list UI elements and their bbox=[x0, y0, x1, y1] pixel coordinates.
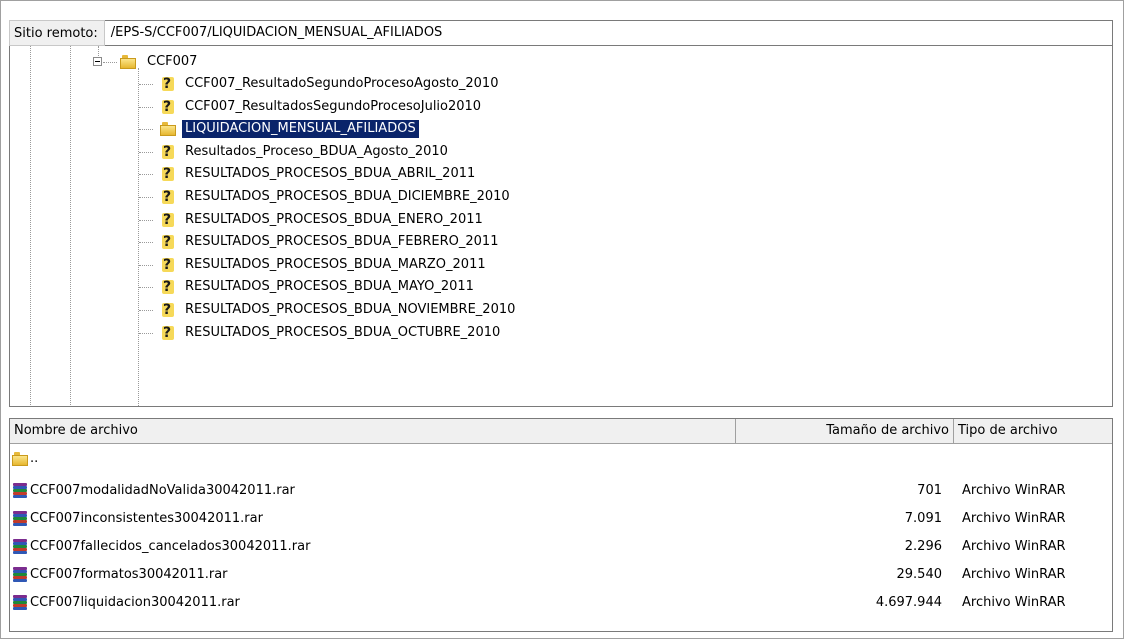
remote-path-bar: Sitio remoto: /EPS-S/CCF007/LIQUIDACION_… bbox=[9, 20, 1113, 46]
file-type: Archivo WinRAR bbox=[962, 539, 1066, 554]
file-size: 2.296 bbox=[904, 539, 942, 554]
parent-directory-label: .. bbox=[30, 451, 39, 466]
remote-file-list[interactable]: Nombre de archivo Tamaño de archivo Tipo… bbox=[9, 418, 1113, 632]
tree-connector bbox=[139, 332, 153, 334]
remote-path-input[interactable]: /EPS-S/CCF007/LIQUIDACION_MENSUAL_AFILIA… bbox=[104, 20, 1113, 46]
tree-item-label: RESULTADOS_PROCESOS_BDUA_ENERO_2011 bbox=[185, 211, 483, 227]
tree-item[interactable]: LIQUIDACION_MENSUAL_AFILIADOS bbox=[10, 118, 1112, 140]
tree-item-label: RESULTADOS_PROCESOS_BDUA_MAYO_2011 bbox=[185, 279, 474, 295]
unknown-folder-icon: ? bbox=[159, 325, 175, 341]
file-name: CCF007formatos30042011.rar bbox=[30, 567, 228, 582]
tree-item-label: CCF007 bbox=[147, 54, 198, 69]
parent-directory-row[interactable]: .. bbox=[10, 447, 1112, 471]
file-type: Archivo WinRAR bbox=[962, 483, 1066, 498]
tree-connector bbox=[139, 197, 153, 198]
tree-item[interactable]: ? RESULTADOS_PROCESOS_BDUA_FEBRERO_2011 bbox=[10, 231, 1112, 253]
file-name: CCF007inconsistentes30042011.rar bbox=[30, 511, 263, 526]
column-header-name[interactable]: Nombre de archivo bbox=[10, 419, 736, 443]
unknown-folder-icon: ? bbox=[159, 212, 175, 228]
file-row[interactable]: CCF007inconsistentes30042011.rar 7.091 Arc… bbox=[10, 507, 1112, 531]
tree-item[interactable]: ? RESULTADOS_PROCESOS_BDUA_MAYO_2011 bbox=[10, 276, 1112, 298]
file-row[interactable]: CCF007fallecidos_cancelados30042011.rar 2… bbox=[10, 535, 1112, 559]
unknown-folder-icon: ? bbox=[159, 234, 175, 250]
tree-item[interactable]: ? RESULTADOS_PROCESOS_BDUA_MARZO_2011 bbox=[10, 254, 1112, 276]
file-name: CCF007modalidadNoValida30042011.rar bbox=[30, 483, 295, 498]
tree-connector bbox=[139, 219, 153, 221]
tree-item-label: RESULTADOS_PROCESOS_BDUA_ABRIL_2011 bbox=[185, 166, 476, 182]
tree-item[interactable]: ? CCF007_ResultadoSegundoProcesoAgosto_20… bbox=[10, 73, 1112, 95]
tree-item[interactable]: ? RESULTADOS_PROCESOS_BDUA_ABRIL_2011 bbox=[10, 163, 1112, 185]
tree-item-label: CCF007_ResultadoSegundoProcesoAgosto_201… bbox=[185, 76, 499, 91]
file-size: 7.091 bbox=[904, 511, 942, 526]
file-type: Archivo WinRAR bbox=[962, 595, 1066, 610]
winrar-archive-icon bbox=[12, 511, 28, 527]
unknown-folder-icon: ? bbox=[159, 166, 175, 182]
tree-connector bbox=[139, 287, 153, 289]
unknown-folder-icon: ? bbox=[159, 76, 175, 92]
tree-item-label: LIQUIDACION_MENSUAL_AFILIADOS bbox=[181, 119, 420, 140]
tree-item[interactable]: ? Resultados_Proceso_BDUA_Agosto_2010 bbox=[10, 141, 1112, 163]
tree-item[interactable]: ? RESULTADOS_PROCESOS_BDUA_ENERO_2011 bbox=[10, 209, 1112, 231]
tree-item[interactable]: ? CCF007_ResultadosSegundoProcesoJulio201… bbox=[10, 96, 1112, 118]
file-name: CCF007liquidacion30042011.rar bbox=[30, 595, 240, 610]
tree-connector bbox=[139, 242, 153, 244]
file-row[interactable]: CCF007liquidacion30042011.rar 4.697.944 Ar… bbox=[10, 591, 1112, 615]
tree-item[interactable]: ? RESULTADOS_PROCESOS_BDUA_NOVIEMBRE_2010 bbox=[10, 299, 1112, 321]
tree-connector bbox=[139, 151, 153, 153]
remote-directory-tree[interactable]: CCF007 ? CCF007_ResultadoSegundoProcesoAg… bbox=[9, 46, 1113, 407]
tree-connector bbox=[139, 264, 153, 266]
tree-item[interactable]: ? RESULTADOS_PROCESOS_BDUA_DICIEMBRE_2010 bbox=[10, 186, 1112, 208]
tree-item[interactable]: ? RESULTADOS_PROCESOS_BDUA_OCTUBRE_2010 bbox=[10, 322, 1112, 344]
file-type: Archivo WinRAR bbox=[962, 567, 1066, 582]
winrar-archive-icon bbox=[12, 595, 28, 611]
file-row[interactable]: CCF007modalidadNoValida30042011.rar 701 Ar… bbox=[10, 479, 1112, 503]
unknown-folder-icon: ? bbox=[159, 99, 175, 115]
folder-icon bbox=[12, 452, 28, 466]
file-size: 4.697.944 bbox=[875, 595, 942, 610]
tree-connector bbox=[139, 129, 153, 131]
winrar-archive-icon bbox=[12, 539, 28, 555]
folder-icon bbox=[120, 55, 136, 69]
file-size: 701 bbox=[917, 483, 942, 498]
column-header-type[interactable]: Tipo de archivo bbox=[954, 419, 1112, 443]
tree-item-label: RESULTADOS_PROCESOS_BDUA_OCTUBRE_2010 bbox=[185, 324, 501, 340]
unknown-folder-icon: ? bbox=[159, 144, 175, 160]
file-size: 29.540 bbox=[896, 567, 943, 582]
collapse-toggle-icon[interactable] bbox=[93, 57, 102, 66]
tree-item-label: RESULTADOS_PROCESOS_BDUA_FEBRERO_2011 bbox=[185, 234, 499, 250]
column-header-size[interactable]: Tamaño de archivo bbox=[736, 419, 954, 443]
tree-item-label: RESULTADOS_PROCESOS_BDUA_NOVIEMBRE_2010 bbox=[185, 302, 516, 317]
tree-item-label: CCF007_ResultadosSegundoProcesoJulio2010 bbox=[185, 98, 482, 114]
remote-site-panel: Sitio remoto: /EPS-S/CCF007/LIQUIDACION_… bbox=[0, 0, 1124, 639]
remote-site-label: Sitio remoto: bbox=[9, 20, 105, 46]
file-row[interactable]: CCF007formatos30042011.rar 29.540 Archivo … bbox=[10, 563, 1112, 587]
file-list-header: Nombre de archivo Tamaño de archivo Tipo… bbox=[10, 419, 1112, 444]
tree-item-label: RESULTADOS_PROCESOS_BDUA_DICIEMBRE_2010 bbox=[185, 189, 510, 204]
file-type: Archivo WinRAR bbox=[962, 511, 1066, 526]
tree-connector bbox=[139, 106, 153, 108]
tree-connector bbox=[139, 310, 153, 311]
folder-icon bbox=[160, 122, 176, 137]
tree-connector bbox=[139, 84, 153, 85]
tree-item-label: Resultados_Proceso_BDUA_Agosto_2010 bbox=[185, 143, 448, 159]
winrar-archive-icon bbox=[12, 567, 28, 583]
unknown-folder-icon: ? bbox=[159, 279, 175, 295]
unknown-folder-icon: ? bbox=[159, 302, 175, 318]
unknown-folder-icon: ? bbox=[159, 257, 175, 273]
tree-connector bbox=[139, 174, 153, 176]
winrar-archive-icon bbox=[12, 483, 28, 499]
unknown-folder-icon: ? bbox=[159, 189, 175, 205]
file-name: CCF007fallecidos_cancelados30042011.rar bbox=[30, 539, 311, 554]
tree-item-ccf007[interactable]: CCF007 bbox=[10, 51, 1112, 73]
tree-item-label: RESULTADOS_PROCESOS_BDUA_MARZO_2011 bbox=[185, 256, 486, 272]
